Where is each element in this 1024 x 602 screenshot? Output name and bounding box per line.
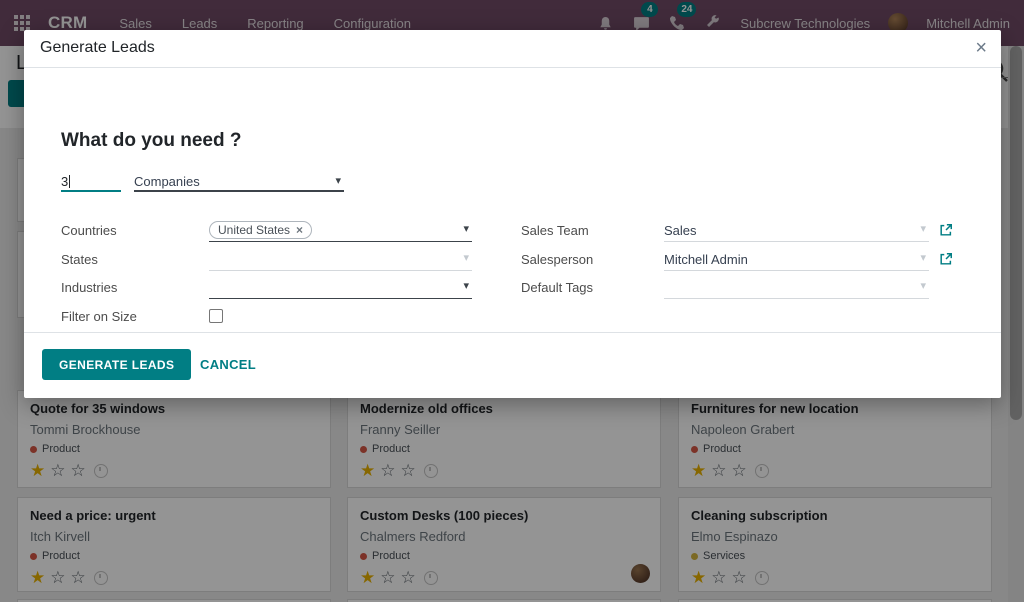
text-cursor [69,175,70,188]
chevron-down-icon[interactable]: ▾ [463,222,469,235]
external-link-icon[interactable] [939,223,953,237]
chevron-down-icon[interactable]: ▾ [463,251,469,264]
industries-label: Industries [61,280,209,295]
default-tags-field[interactable]: ▾ [664,277,929,299]
filter-on-size-checkbox[interactable] [209,309,223,323]
salesperson-field[interactable]: Mitchell Admin ▾ [664,249,929,271]
country-tag-label: United States [218,223,290,237]
tag-remove-icon[interactable]: × [296,223,303,237]
sales-team-row: Sales Team Sales ▾ [521,220,971,242]
industries-field[interactable]: ▾ [209,277,472,299]
chevron-down-icon[interactable]: ▾ [920,222,926,235]
default-tags-label: Default Tags [521,280,593,295]
chevron-down-icon[interactable]: ▾ [920,279,926,292]
countries-row: Countries United States × ▾ [61,220,509,242]
count-row: 3 Companies ▾ [61,172,344,192]
lead-count-input[interactable]: 3 [61,172,121,192]
country-tag: United States × [209,221,312,239]
chevron-down-icon: ▾ [335,174,341,187]
countries-field[interactable]: United States × ▾ [209,220,472,242]
states-field[interactable]: ▾ [209,249,472,271]
filter-on-size-label: Filter on Size [61,309,209,324]
screen: CRM Sales Leads Reporting Configuration … [0,0,1024,602]
sales-team-label: Sales Team [521,223,589,238]
wizard-heading: What do you need ? [61,130,242,152]
target-type-value: Companies [134,174,200,189]
salesperson-value: Mitchell Admin [664,252,748,267]
modal-title: Generate Leads [40,39,155,57]
filter-on-size-row: Filter on Size [61,306,509,328]
close-icon[interactable]: × [975,34,987,62]
external-link-icon[interactable] [939,252,953,266]
generate-leads-button[interactable]: GENERATE LEADS [42,349,191,380]
generate-leads-modal: Generate Leads × What do you need ? 3 Co… [24,30,1001,398]
target-type-select[interactable]: Companies ▾ [134,172,344,192]
countries-label: Countries [61,223,209,238]
cancel-button[interactable]: CANCEL [186,349,270,380]
states-label: States [61,252,209,267]
chevron-down-icon[interactable]: ▾ [463,279,469,292]
sales-team-value: Sales [664,223,697,238]
modal-footer: GENERATE LEADS CANCEL [24,332,1001,398]
default-tags-row: Default Tags ▾ [521,277,971,299]
salesperson-row: Salesperson Mitchell Admin ▾ [521,249,971,271]
sales-team-field[interactable]: Sales ▾ [664,220,929,242]
modal-header: Generate Leads × [24,30,1001,68]
salesperson-label: Salesperson [521,252,593,267]
modal-body: What do you need ? 3 Companies ▾ Countri… [24,68,1001,330]
lead-count-value: 3 [61,174,68,189]
chevron-down-icon[interactable]: ▾ [920,251,926,264]
industries-row: Industries ▾ [61,277,509,299]
states-row: States ▾ [61,249,509,271]
